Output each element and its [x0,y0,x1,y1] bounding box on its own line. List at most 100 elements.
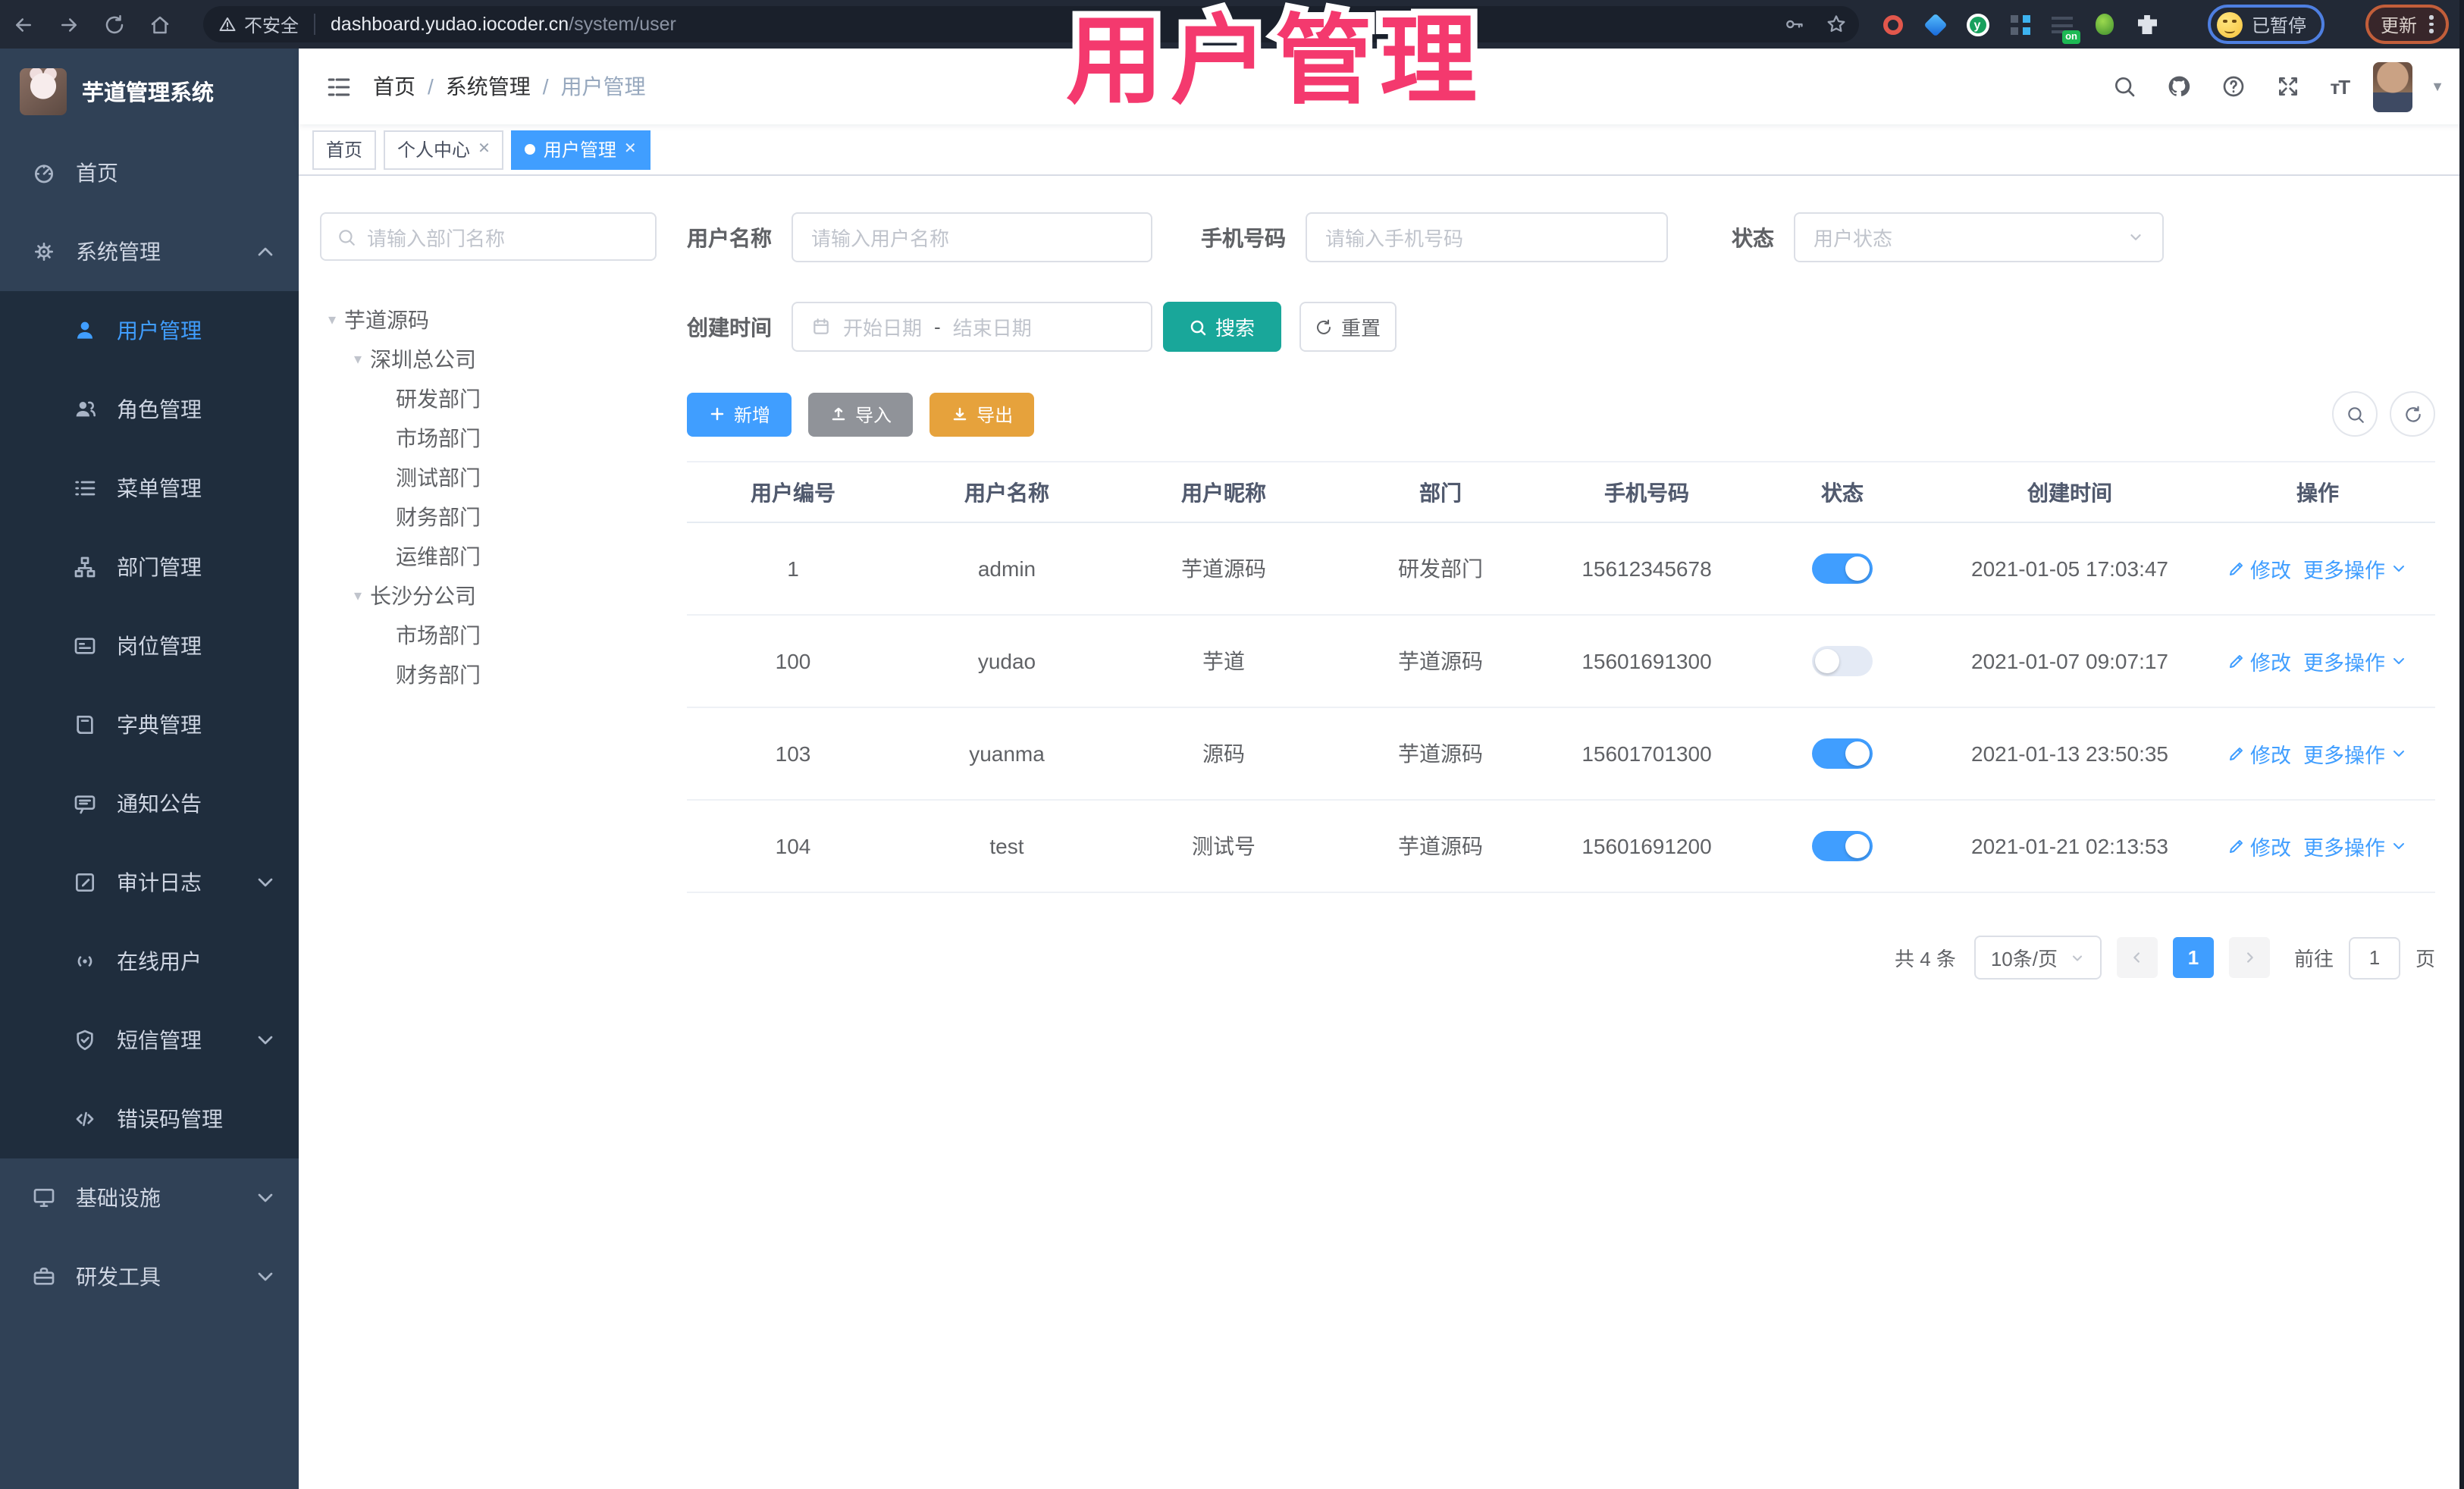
browser-update-button[interactable]: 更新 [2365,5,2449,44]
export-button[interactable]: 导出 [929,392,1035,436]
sidebar-item-sms-management[interactable]: 短信管理 [0,1001,299,1080]
sidebar-item-system-management[interactable]: 系统管理 [0,212,299,291]
date-range-picker[interactable]: 开始日期 - 结束日期 [792,302,1152,352]
font-size-icon[interactable]: ᴛT [2324,69,2356,104]
bookmark-star-icon[interactable] [1826,14,1847,35]
sidebar-item-home[interactable]: 首页 [0,133,299,212]
sidebar-collapse-icon[interactable] [314,61,364,111]
extension-icon[interactable] [2093,12,2117,36]
tree-node[interactable]: 运维部门 [320,537,657,576]
tree-node[interactable]: ▾ 芋道源码 [320,300,657,340]
tree-expand-caret-icon[interactable]: ▾ [346,588,370,604]
username-input[interactable]: 请输入用户名称 [792,212,1152,262]
status-toggle[interactable] [1812,553,1873,584]
table-refresh-button[interactable] [2390,391,2435,437]
tree-node[interactable]: 市场部门 [320,616,657,655]
cell-id: 103 [775,741,811,766]
tree-node-label: 财务部门 [396,505,481,529]
tree-node[interactable]: 财务部门 [320,497,657,537]
department-search-input[interactable]: 请输入部门名称 [320,212,657,261]
browser-reload-button[interactable] [91,0,136,49]
tree-node[interactable]: 研发部门 [320,379,657,418]
search-icon [1190,318,1208,336]
status-toggle[interactable] [1812,831,1873,861]
sidebar-item-online-users[interactable]: 在线用户 [0,922,299,1001]
help-icon[interactable] [2215,68,2252,105]
status-toggle[interactable] [1812,646,1873,676]
sidebar-item-error-code-management[interactable]: 错误码管理 [0,1080,299,1158]
department-search-placeholder: 请输入部门名称 [367,227,506,249]
extension-icon[interactable] [1923,12,1947,36]
browser-home-button[interactable] [136,0,182,49]
user-avatar[interactable] [2373,61,2413,111]
more-actions-link[interactable]: 更多操作 [2303,553,2408,584]
sidebar-item-infrastructure[interactable]: 基础设施 [0,1158,299,1237]
more-actions-link[interactable]: 更多操作 [2303,738,2408,769]
browser-forward-button[interactable] [45,0,91,49]
browser-profile-chip[interactable]: 已暂停 [2208,5,2325,44]
tree-node[interactable]: ▾ 深圳总公司 [320,340,657,379]
cell-nickname: 测试号 [1192,834,1256,858]
import-button[interactable]: 导入 [808,392,914,436]
cell-create-time: 2021-01-13 23:50:35 [1971,741,2168,766]
page-number-1[interactable]: 1 [2172,937,2214,978]
tree-expand-caret-icon[interactable]: ▾ [320,312,344,328]
sidebar-item-user-management[interactable]: 用户管理 [0,291,299,370]
tab-profile[interactable]: 个人中心 ✕ [384,130,504,169]
next-page-button[interactable] [2228,937,2270,978]
status-toggle[interactable] [1812,738,1873,769]
tree-node[interactable]: 测试部门 [320,458,657,497]
app-logo-row[interactable]: 芋道管理系统 [0,49,299,133]
extensions-puzzle-icon[interactable] [2135,12,2159,36]
sidebar-item-post-management[interactable]: 岗位管理 [0,607,299,685]
more-actions-link[interactable]: 更多操作 [2303,831,2408,861]
tree-node-label: 财务部门 [396,663,481,687]
sidebar-item-dict-management[interactable]: 字典管理 [0,685,299,764]
page-size-select[interactable]: 10条/页 [1973,936,2102,980]
tree-node[interactable]: ▾ 长沙分公司 [320,576,657,616]
tree-node-label: 市场部门 [396,426,481,450]
tree-expand-caret-icon[interactable]: ▾ [346,351,370,368]
sidebar-item-audit-log[interactable]: 审计日志 [0,843,299,922]
tab-home[interactable]: 首页 [312,130,377,169]
tab-user-management[interactable]: 用户管理 ✕ [511,130,650,169]
fullscreen-icon[interactable] [2270,68,2306,105]
table-search-toggle-button[interactable] [2332,391,2378,437]
tree-node[interactable]: 市场部门 [320,418,657,458]
github-icon[interactable] [2161,68,2197,105]
goto-page-input[interactable]: 1 [2348,936,2400,979]
status-select[interactable]: 用户状态 [1794,212,2164,262]
add-button[interactable]: 新增 [687,392,792,436]
more-actions-link[interactable]: 更多操作 [2303,646,2408,676]
browser-menu-icon[interactable] [2429,15,2434,33]
edit-link[interactable]: 修改 [2227,738,2291,769]
close-icon[interactable]: ✕ [624,141,637,158]
breadcrumb-system[interactable]: 系统管理 [446,71,531,102]
address-bar[interactable]: 不安全 dashboard.yudao.iocoder.cn /system/u… [203,6,1859,42]
sidebar-item-dept-management[interactable]: 部门管理 [0,528,299,607]
password-key-icon[interactable] [1783,14,1804,35]
reset-button[interactable]: 重置 [1299,302,1397,352]
close-icon[interactable]: ✕ [478,141,491,158]
sidebar-item-dev-tools[interactable]: 研发工具 [0,1237,299,1316]
search-icon[interactable] [2106,68,2143,105]
avatar-dropdown-caret-icon[interactable]: ▼ [2431,79,2444,94]
sidebar-item-role-management[interactable]: 角色管理 [0,370,299,449]
prev-page-button[interactable] [2116,937,2158,978]
window-edge [2459,0,2464,1489]
sidebar-item-notice[interactable]: 通知公告 [0,764,299,843]
browser-back-button[interactable] [0,0,45,49]
extension-icon[interactable] [2008,12,2032,36]
edit-link[interactable]: 修改 [2227,553,2291,584]
extension-icon[interactable]: y [1965,12,1989,36]
breadcrumb-home[interactable]: 首页 [373,71,415,102]
mobile-input[interactable]: 请输入手机号码 [1306,212,1668,262]
tree-node[interactable]: 财务部门 [320,655,657,694]
edit-link[interactable]: 修改 [2227,646,2291,676]
extension-icon[interactable]: on [2050,12,2080,44]
extension-icon[interactable] [1880,12,1904,36]
sidebar-item-menu-management[interactable]: 菜单管理 [0,449,299,528]
edit-link[interactable]: 修改 [2227,831,2291,861]
security-warning[interactable]: 不安全 [218,11,299,37]
search-button[interactable]: 搜索 [1163,302,1281,352]
